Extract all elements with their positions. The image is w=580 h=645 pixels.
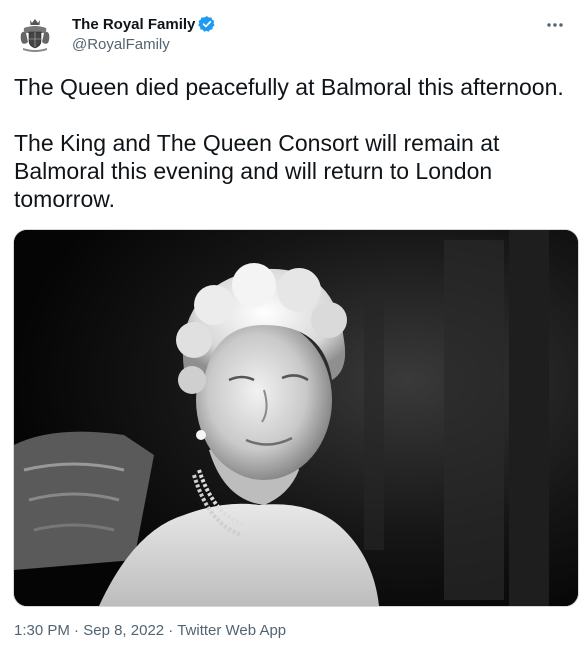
display-name-row: The Royal Family <box>72 14 216 34</box>
tweet-source[interactable]: Twitter Web App <box>177 622 286 639</box>
meta-separator: · <box>69 622 84 639</box>
avatar[interactable] <box>14 14 56 56</box>
tweet-header: The Royal Family @RoyalFamily <box>14 12 566 56</box>
author-names: The Royal Family @RoyalFamily <box>72 14 216 53</box>
meta-separator: · <box>164 622 178 639</box>
portrait-photo <box>14 230 578 606</box>
display-name[interactable]: The Royal Family <box>72 16 195 33</box>
tweet-text: The Queen died peacefully at Balmoral th… <box>14 74 564 212</box>
royal-coat-of-arms-icon <box>14 14 56 56</box>
tweet-date[interactable]: Sep 8, 2022 <box>83 622 164 639</box>
tweet-card: The Royal Family @RoyalFamily The Queen … <box>0 0 580 645</box>
more-icon[interactable] <box>544 16 566 34</box>
tweet-time[interactable]: 1:30 PM <box>14 622 70 639</box>
verified-badge-icon[interactable] <box>198 15 216 33</box>
tweet-meta: 1:30 PM · Sep 8, 2022 · Twitter Web App <box>14 622 286 639</box>
author-handle[interactable]: @RoyalFamily <box>72 36 216 53</box>
tweet-photo[interactable] <box>13 229 579 607</box>
